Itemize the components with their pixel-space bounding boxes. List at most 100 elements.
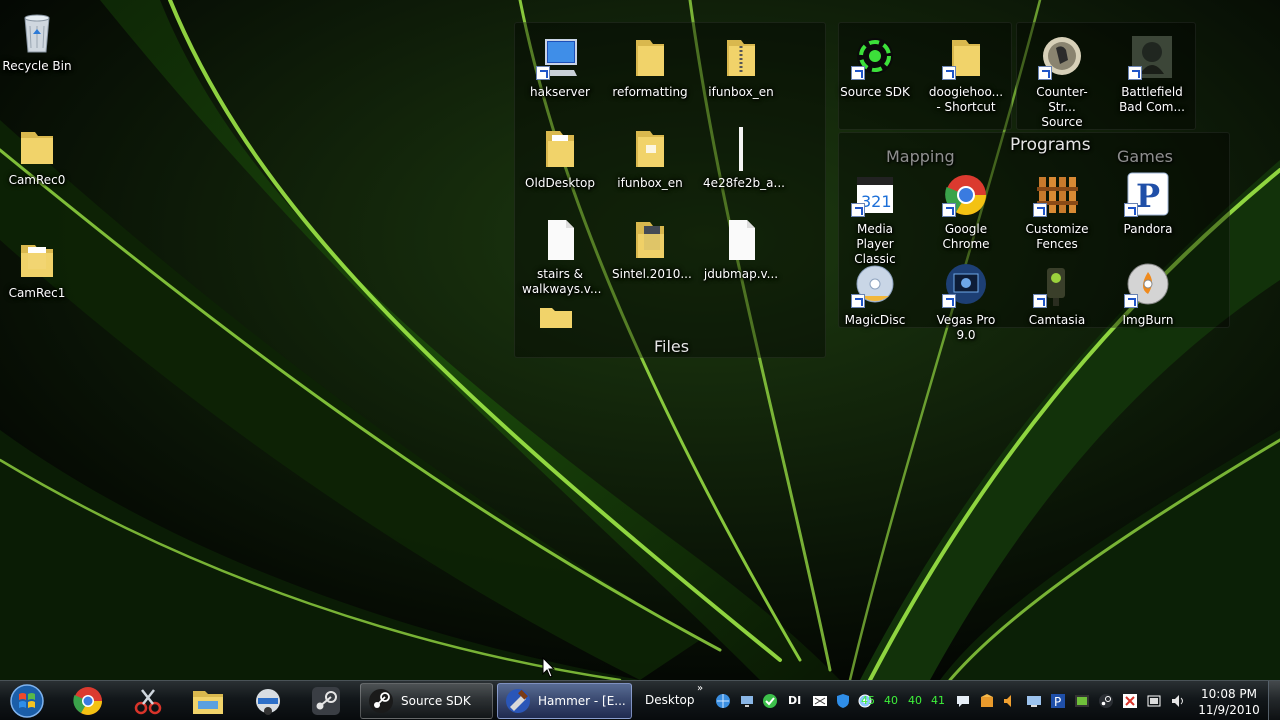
taskbar-pin-chrome[interactable]	[68, 684, 108, 718]
fence-item-ifunbox-folder[interactable]: ifunbox_en	[612, 125, 688, 191]
fence-item-label: Sintel.2010...	[612, 267, 692, 281]
taskbar-task-label: Hammer - [E...	[538, 694, 626, 708]
mouse-pointer-icon	[542, 657, 556, 678]
chevron-right-icon[interactable]: »	[697, 683, 703, 694]
tray-alert-icon[interactable]	[1122, 693, 1138, 709]
fence-item-label: Source SDK	[840, 85, 910, 99]
fence-item-vegas-pro[interactable]: Vegas Pro 9.0	[928, 262, 1004, 343]
fence-item-label: stairs & walkways.v...	[522, 267, 601, 297]
fence-item-source-sdk[interactable]: Source SDK	[837, 34, 913, 100]
shortcut-arrow-icon	[1038, 66, 1052, 80]
shortcut-arrow-icon	[1033, 294, 1047, 308]
chrome-icon	[73, 687, 102, 715]
steam-icon[interactable]	[1098, 693, 1114, 709]
fence-item-doogiehoo[interactable]: doogiehoo... - Shortcut	[928, 34, 1004, 115]
tray-temperature-2[interactable]: 40	[884, 694, 898, 707]
fence-title-programs: Programs	[1010, 135, 1091, 155]
fence-item-ifunbox-zip[interactable]: ifunbox_en	[703, 34, 779, 100]
show-desktop-button[interactable]	[1268, 681, 1280, 720]
tray-shield-icon[interactable]	[762, 693, 778, 709]
steam-helmet-icon	[256, 689, 280, 715]
taskbar-task-hammer[interactable]: Hammer - [E...	[497, 683, 632, 719]
hammer-icon	[506, 689, 530, 713]
fence-item-jdubmap[interactable]: jdubmap.v...	[703, 216, 779, 282]
tray-chat-icon[interactable]	[955, 693, 971, 709]
fence-item-customize-fences[interactable]: Customize Fences	[1019, 171, 1095, 252]
fence-item-stairs-walkways[interactable]: stairs & walkways.v...	[522, 216, 601, 297]
fence-item-label: doogiehoo... - Shortcut	[928, 85, 1004, 115]
desktop-icon-camrec0[interactable]: CamRec0	[0, 122, 74, 188]
speaker-icon[interactable]	[1002, 693, 1018, 709]
recycle-bin-icon	[24, 14, 50, 53]
fence-item-olddesktop[interactable]: OldDesktop	[522, 125, 598, 191]
fence-item-label-line1: Battlefield	[1121, 85, 1183, 99]
fence-item-label: Camtasia	[1028, 313, 1086, 327]
fence-item-label: MagicDisc	[844, 313, 906, 327]
fence-item-camtasia[interactable]: Camtasia	[1019, 262, 1095, 328]
fence-item-reformatting[interactable]: reformatting	[612, 34, 688, 100]
windows-orb-icon	[10, 684, 44, 718]
tray-box-icon[interactable]	[979, 693, 995, 709]
fence-item-label: Counter-Str... Source	[1024, 85, 1100, 130]
tray-window-icon[interactable]	[812, 693, 828, 709]
tray-camtasia-icon[interactable]	[1074, 693, 1090, 709]
taskbar-pin-explorer[interactable]	[188, 684, 228, 718]
tray-temperature-1[interactable]: 45	[861, 694, 875, 707]
tray-security-icon[interactable]	[835, 693, 851, 709]
fence-item-label-line1: Customize	[1025, 222, 1089, 236]
folder-icon	[636, 222, 664, 258]
pandora-icon[interactable]: P	[1050, 693, 1066, 709]
fence-item-counter-strike[interactable]: Counter-Str... Source	[1024, 34, 1100, 130]
steam-icon	[369, 689, 393, 713]
start-button[interactable]	[6, 683, 48, 719]
folder-icon	[21, 245, 53, 277]
desktop-icon-recycle-bin[interactable]: Recycle Bin	[0, 8, 74, 74]
fence-item-google-chrome[interactable]: Google Chrome	[928, 171, 1004, 252]
shortcut-arrow-icon	[942, 66, 956, 80]
tray-network-icon[interactable]	[739, 693, 755, 709]
taskbar-pin-steam-helmet[interactable]	[248, 684, 288, 718]
shortcut-arrow-icon	[1124, 294, 1138, 308]
taskbar-task-source-sdk[interactable]: Source SDK	[360, 683, 493, 719]
fence-item-magicdisc[interactable]: MagicDisc	[837, 262, 913, 328]
desktop-toolbar-label[interactable]: Desktop	[645, 693, 695, 707]
svg-text:P: P	[1054, 695, 1061, 709]
fence-item-battlefield[interactable]: Battlefield Bad Com...	[1114, 34, 1190, 115]
file-icon	[548, 220, 574, 260]
steam-icon	[312, 687, 340, 715]
shortcut-arrow-icon	[851, 294, 865, 308]
taskbar-pin-steam[interactable]	[306, 684, 346, 718]
system-clock[interactable]: 10:08 PM 11/9/2010	[1196, 686, 1262, 718]
desktop-icon-camrec1[interactable]: CamRec1	[0, 235, 74, 301]
tray-di-icon[interactable]: DI	[788, 694, 804, 710]
snipping-tool-icon	[134, 689, 162, 715]
tray-globe-icon[interactable]	[715, 693, 731, 709]
fence-item-label: reformatting	[612, 85, 688, 99]
fence-item-label: Google Chrome	[928, 222, 1004, 252]
fence-item-sintel[interactable]: Sintel.2010...	[612, 216, 692, 282]
fence-item-label-line1: stairs &	[536, 267, 583, 281]
tray-temperature-4[interactable]: 41	[931, 694, 945, 707]
fence-item-label: ImgBurn	[1122, 313, 1174, 327]
fence-item-label-line1: doogiehoo...	[928, 85, 1004, 99]
folder-icon	[540, 308, 572, 328]
tray-monitor-icon[interactable]	[1026, 693, 1042, 709]
tray-temperature-3[interactable]: 40	[908, 694, 922, 707]
folder-icon	[636, 40, 664, 76]
shortcut-arrow-icon	[851, 66, 865, 80]
fence-item-label: Pandora	[1123, 222, 1173, 236]
fence-item-pandora[interactable]: P Pandora	[1110, 171, 1186, 237]
fence-item-label-line2: Fences	[1036, 237, 1078, 251]
fence-item-media-player-classic[interactable]: 321 Media Player Classic	[837, 171, 913, 267]
taskbar-pin-snipping-tool[interactable]	[128, 684, 168, 718]
fence-item-label-line2: Source	[1041, 115, 1083, 129]
fence-item-label-line2: - Shortcut	[936, 100, 996, 114]
fence-item-4e28fe2b[interactable]: 4e28fe2b_a...	[703, 125, 785, 191]
fence-item-imgburn[interactable]: ImgBurn	[1110, 262, 1186, 328]
fence-item-label-line1: Media Player	[856, 222, 894, 251]
shortcut-arrow-icon	[942, 294, 956, 308]
fence-item-hakserver[interactable]: hakserver	[522, 34, 598, 100]
volume-icon[interactable]	[1170, 693, 1186, 709]
svg-text:P: P	[1136, 177, 1160, 215]
tray-flag-icon[interactable]	[1146, 693, 1162, 709]
